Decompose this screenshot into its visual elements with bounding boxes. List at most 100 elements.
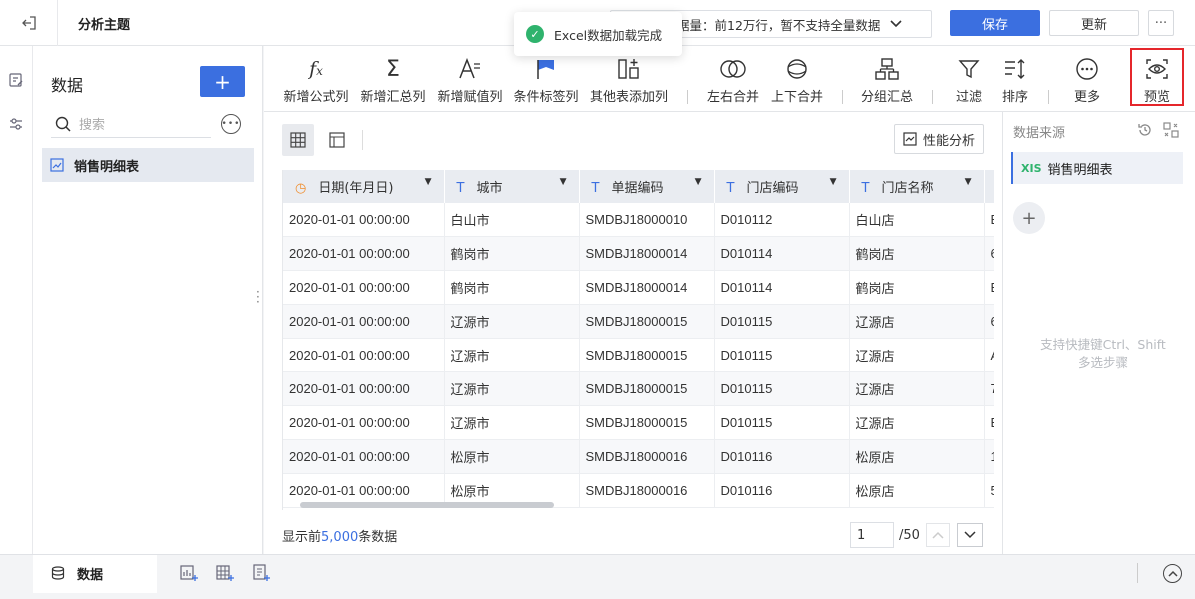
table-row[interactable]: 2020-01-01 00:00:00 白山市 SMDBJ18000010 D0101… [283,203,994,238]
table-cell[interactable]: 辽源市 [444,371,580,407]
table-cell[interactable]: SMDBJ18000015 [579,371,715,407]
table-cell[interactable]: E [984,405,994,441]
column-header-date[interactable]: ◷ 日期(年月日) ▼ [283,170,445,203]
table-cell[interactable]: 白山店 [849,203,985,238]
collapse-bottom-button[interactable] [1163,564,1182,583]
table-cell[interactable]: D010114 [714,236,850,272]
table-cell[interactable]: 辽源市 [444,304,580,339]
table-cell[interactable]: 辽源店 [849,405,985,441]
table-cell[interactable]: 6 [984,304,994,339]
add-summary-column-button[interactable]: Σ 新增汇总列 [357,46,429,112]
more-actions-button[interactable]: 更多 [1064,46,1110,112]
table-cell[interactable]: 2020-01-01 00:00:00 [283,236,445,272]
table-cell[interactable]: 鹤岗店 [849,236,985,272]
horizontal-scrollbar[interactable] [300,502,554,508]
table-cell[interactable]: SMDBJ18000016 [579,473,715,508]
table-cell[interactable]: SMDBJ18000016 [579,439,715,474]
table-cell[interactable]: 5 [984,473,994,508]
caret-down-icon[interactable]: ▼ [830,177,837,187]
caret-down-icon[interactable]: ▼ [695,177,702,187]
table-cell[interactable]: D010112 [714,203,850,238]
update-button[interactable]: 更新 [1049,10,1139,36]
table-cell[interactable]: A [984,338,994,373]
table-cell[interactable]: 辽源店 [849,338,985,373]
table-cell[interactable]: SMDBJ18000015 [579,405,715,441]
page-next-button[interactable] [957,523,983,547]
table-cell[interactable]: SMDBJ18000015 [579,304,715,339]
filter-button[interactable]: 过滤 [946,46,992,112]
table-cell[interactable]: 白山市 [444,203,580,238]
table-cell[interactable]: 2020-01-01 00:00:00 [283,371,445,407]
page-number-input[interactable]: 1 [850,522,894,548]
table-cell[interactable]: 6 [984,236,994,272]
add-formula-column-button[interactable]: fx 新增公式列 [280,46,352,112]
save-button[interactable]: 保存 [950,10,1040,36]
add-data-button[interactable]: + [200,66,245,97]
table-row[interactable]: 2020-01-01 00:00:00 松原市 SMDBJ18000016 D0101… [283,439,994,474]
data-source-item[interactable]: XIS 销售明细表 [1011,152,1183,184]
table-cell[interactable]: SMDBJ18000014 [579,270,715,305]
table-cell[interactable]: 2020-01-01 00:00:00 [283,270,445,305]
exit-button[interactable] [0,0,58,46]
table-cell[interactable]: D010114 [714,270,850,305]
edit-data-icon[interactable] [6,70,26,90]
table-cell[interactable]: 2020-01-01 00:00:00 [283,338,445,373]
table-cell[interactable]: 辽源店 [849,304,985,339]
table-cell[interactable]: 松原店 [849,439,985,474]
column-header-doc-code[interactable]: T 单据编码 ▼ [579,170,715,203]
caret-down-icon[interactable]: ▼ [425,177,432,187]
table-row[interactable]: 2020-01-01 00:00:00 辽源市 SMDBJ18000015 D0101… [283,304,994,339]
collapse-panel-icon[interactable] [1163,122,1179,142]
table-row[interactable]: 2020-01-01 00:00:00 辽源市 SMDBJ18000015 D0101… [283,371,994,407]
table-cell[interactable]: 1 [984,439,994,474]
table-row[interactable]: 2020-01-01 00:00:00 辽源市 SMDBJ18000015 D0101… [283,338,994,373]
performance-analysis-button[interactable]: 性能分析 [894,124,984,154]
table-row[interactable]: 2020-01-01 00:00:00 鹤岗市 SMDBJ18000014 D0101… [283,270,994,305]
table-cell[interactable]: SMDBJ18000010 [579,203,715,238]
table-cell[interactable]: 鹤岗市 [444,236,580,272]
page-prev-button[interactable] [926,523,950,547]
data-table-item[interactable]: 销售明细表 [42,148,254,182]
table-cell[interactable]: E [984,203,994,238]
grid-view-button[interactable] [282,124,314,156]
caret-down-icon[interactable]: ▼ [560,177,567,187]
more-options-icon[interactable]: ••• [221,114,241,134]
table-cell[interactable]: SMDBJ18000015 [579,338,715,373]
table-cell[interactable]: 鹤岗市 [444,270,580,305]
table-cell[interactable]: 2020-01-01 00:00:00 [283,203,445,238]
table-cell[interactable]: E [984,270,994,305]
sort-button[interactable]: 排序 [992,46,1038,112]
table-cell[interactable]: D010116 [714,473,850,508]
search-input[interactable]: 搜索 [51,110,211,138]
add-step-button[interactable]: + [1013,202,1045,234]
column-header-store-name[interactable]: T 门店名称 ▼ [849,170,985,203]
table-cell[interactable]: 辽源市 [444,405,580,441]
history-icon[interactable] [1137,122,1153,142]
column-header-store-code[interactable]: T 门店编码 ▼ [714,170,850,203]
settings-sliders-icon[interactable] [6,114,26,134]
merge-vertical-button[interactable]: 上下合并 [764,46,830,112]
add-report-icon[interactable] [252,564,270,586]
table-cell[interactable]: D010115 [714,405,850,441]
add-component-icon[interactable] [180,564,198,586]
table-row[interactable]: 2020-01-01 00:00:00 辽源市 SMDBJ18000015 D0101… [283,405,994,441]
table-cell[interactable]: 2020-01-01 00:00:00 [283,304,445,339]
table-cell[interactable]: D010115 [714,338,850,373]
table-cell[interactable]: D010115 [714,371,850,407]
group-summary-button[interactable]: 分组汇总 [854,46,920,112]
table-cell[interactable]: 7 [984,371,994,407]
layout-view-button[interactable] [321,124,353,156]
table-cell[interactable]: 松原市 [444,439,580,474]
table-cell[interactable]: 鹤岗店 [849,270,985,305]
add-assign-column-button[interactable]: 新增赋值列 [434,46,506,112]
more-menu-button[interactable]: ··· [1148,10,1174,36]
table-cell[interactable]: D010116 [714,439,850,474]
table-cell[interactable]: 辽源店 [849,371,985,407]
table-cell[interactable]: 松原店 [849,473,985,508]
bottom-tab-data[interactable]: 数据 [33,555,157,593]
panel-resize-handle[interactable]: · · · [256,286,260,308]
caret-down-icon[interactable]: ▼ [965,177,972,187]
table-cell[interactable]: 2020-01-01 00:00:00 [283,439,445,474]
table-cell[interactable]: SMDBJ18000014 [579,236,715,272]
table-cell[interactable]: 辽源市 [444,338,580,373]
